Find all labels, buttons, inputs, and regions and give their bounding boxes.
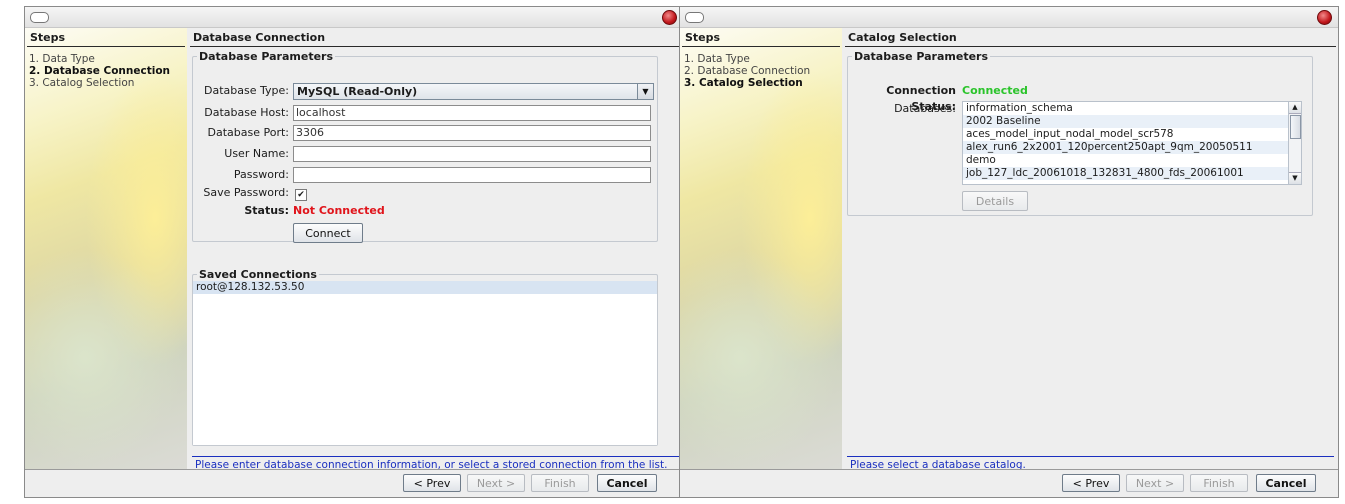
password-field[interactable] [293,167,651,183]
save-password-checkbox[interactable]: ✔ [295,189,307,201]
step-database-connection: 2. Database Connection [684,65,811,77]
steps-panel: Steps 1. Data Type 2. Database Connectio… [25,28,187,470]
group-legend: Database Parameters [199,50,334,63]
database-connection-window: Steps 1. Data Type 2. Database Connectio… [24,6,684,498]
group-legend: Database Parameters [854,50,989,63]
scroll-down-icon[interactable]: ▼ [1289,172,1301,184]
databases-scrollbar[interactable]: ▲ ▼ [1288,102,1301,184]
cancel-button[interactable]: Cancel [1256,474,1316,492]
password-label: Password: [233,168,289,181]
window-toggle-icon[interactable] [30,12,49,23]
list-item[interactable]: aces_model_input_nodal_model_scr578 [963,128,1301,141]
navigation-bar: < Prev Next > Finish Cancel [25,469,683,497]
list-item[interactable]: job_127_ldc_20061018_132831_4800_fds_200… [963,167,1301,180]
section-title: Catalog Selection [845,28,1336,47]
next-label: Next > [1135,477,1175,490]
connect-button[interactable]: Connect [293,223,363,243]
prev-label: < Prev [413,477,451,490]
database-parameters-group: Database Parameters Connection Status: C… [847,50,1313,216]
save-password-label: Save Password: [203,186,289,199]
scroll-thumb[interactable] [1290,115,1301,139]
finish-button[interactable]: Finish [1190,474,1248,492]
content-panel: Catalog Selection Database Parameters Co… [843,28,1338,471]
steps-title: Steps [682,28,840,47]
next-button[interactable]: Next > [1126,474,1184,492]
steps-panel: Steps 1. Data Type 2. Database Connectio… [680,28,842,470]
status-label: Status: [244,204,289,217]
database-port-field[interactable]: 3306 [293,125,651,141]
navigation-bar: < Prev Next > Finish Cancel [680,469,1338,497]
list-item[interactable]: 2002 Baseline [963,115,1301,128]
close-icon[interactable] [662,10,677,25]
user-name-field[interactable] [293,146,651,162]
cancel-label: Cancel [1265,477,1307,490]
database-host-label: Database Host: [204,106,289,119]
databases-list[interactable]: information_schema 2002 Baseline aces_mo… [962,101,1302,185]
scroll-up-icon[interactable]: ▲ [1289,102,1301,114]
next-label: Next > [476,477,516,490]
content-panel: Database Connection Database Parameters … [188,28,683,471]
prev-label: < Prev [1072,477,1110,490]
cancel-label: Cancel [606,477,648,490]
catalog-selection-window: Steps 1. Data Type 2. Database Connectio… [679,6,1339,498]
steps-title: Steps [27,28,185,47]
step-catalog-selection: 3. Catalog Selection [684,77,803,89]
steps-list: 1. Data Type 2. Database Connection 3. C… [680,53,842,89]
details-button[interactable]: Details [962,191,1028,211]
steps-list: 1. Data Type 2. Database Connection 3. C… [25,53,187,89]
list-item[interactable]: root@128.132.53.50 [193,281,657,294]
saved-connections-list: root@128.132.53.50 [193,281,657,445]
prev-button[interactable]: < Prev [1062,474,1120,492]
chevron-down-icon[interactable]: ▼ [637,84,653,99]
finish-button[interactable]: Finish [531,474,589,492]
list-item[interactable]: information_schema [963,102,1301,115]
step-data-type: 1. Data Type [684,53,750,65]
database-parameters-group: Database Parameters Database Type: MySQL… [192,50,658,243]
title-bar [680,7,1338,28]
section-title: Database Connection [190,28,681,47]
step-catalog-selection: 3. Catalog Selection [29,77,135,89]
check-icon: ✔ [297,190,305,200]
user-name-label: User Name: [224,147,289,160]
prev-button[interactable]: < Prev [403,474,461,492]
database-type-value: MySQL (Read-Only) [297,85,418,98]
database-type-select[interactable]: MySQL (Read-Only) ▼ [293,83,654,100]
saved-connections-group: Saved Connections root@128.132.53.50 [192,268,658,446]
cancel-button[interactable]: Cancel [597,474,657,492]
finish-label: Finish [1203,477,1235,490]
finish-label: Finish [544,477,576,490]
databases-label: Databases: [894,102,956,115]
status-value: Not Connected [293,204,385,217]
window-toggle-icon[interactable] [685,12,704,23]
list-item[interactable]: demo [963,154,1301,167]
close-icon[interactable] [1317,10,1332,25]
group-legend: Saved Connections [199,268,317,281]
title-bar [25,7,683,28]
database-type-label: Database Type: [204,84,289,97]
list-item[interactable]: alex_run6_2x2001_120percent250apt_9qm_20… [963,141,1301,154]
step-data-type: 1. Data Type [29,53,95,65]
database-host-field[interactable]: localhost [293,105,651,121]
database-port-label: Database Port: [207,126,290,139]
next-button[interactable]: Next > [467,474,525,492]
step-database-connection: 2. Database Connection [29,65,171,77]
connection-status-value: Connected [962,84,1028,97]
